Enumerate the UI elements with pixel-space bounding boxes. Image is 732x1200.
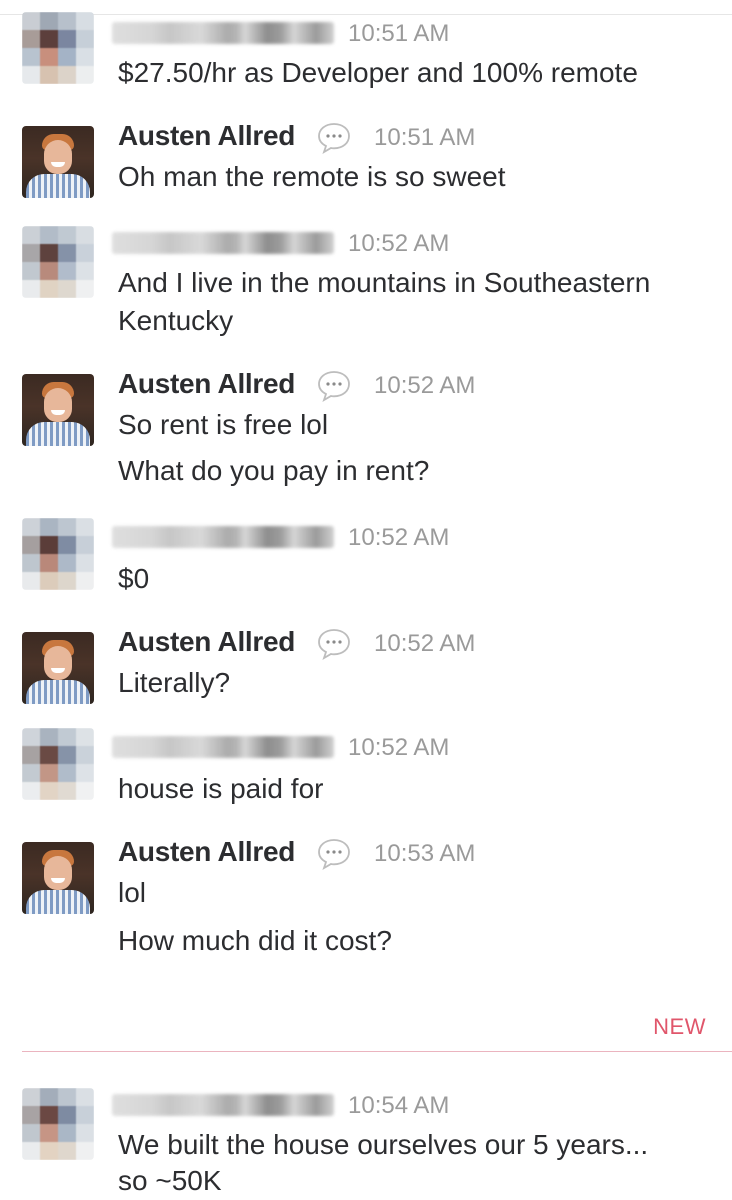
- timestamp[interactable]: 10:51 AM: [348, 20, 449, 48]
- message-text: house is paid for: [118, 773, 324, 804]
- message-text: Kentucky: [118, 305, 234, 336]
- avatar[interactable]: [22, 374, 94, 446]
- avatar[interactable]: [22, 1088, 94, 1160]
- timestamp[interactable]: 10:52 AM: [374, 630, 475, 658]
- message-text: $27.50/hr as Developer and 100% remote: [118, 57, 638, 88]
- avatar[interactable]: [22, 518, 94, 590]
- avatar[interactable]: [22, 12, 94, 84]
- sender-name-redacted: [112, 736, 334, 758]
- sender-name[interactable]: Austen Allred: [118, 120, 295, 152]
- avatar[interactable]: [22, 226, 94, 298]
- speech-bubble-icon: [318, 629, 350, 660]
- speech-bubble-icon: [318, 371, 350, 402]
- timestamp[interactable]: 10:52 AM: [348, 734, 449, 762]
- avatar[interactable]: [22, 632, 94, 704]
- message-text: And I live in the mountains in Southeast…: [118, 267, 651, 298]
- timestamp[interactable]: 10:52 AM: [348, 230, 449, 258]
- message-text: $0: [118, 563, 150, 594]
- timestamp[interactable]: 10:54 AM: [348, 1092, 449, 1120]
- sender-name-redacted: [112, 1094, 334, 1116]
- message-text: So rent is free lol: [118, 409, 329, 440]
- speech-bubble-icon: [318, 123, 350, 154]
- top-divider: [0, 14, 732, 15]
- message-text: How much did it cost?: [118, 925, 392, 956]
- message-text: We built the house ourselves our 5 years…: [118, 1129, 649, 1160]
- message-text: Oh man the remote is so sweet: [118, 161, 506, 192]
- new-messages-label: NEW: [653, 1014, 706, 1039]
- avatar[interactable]: [22, 728, 94, 800]
- sender-name[interactable]: Austen Allred: [118, 836, 295, 868]
- timestamp[interactable]: 10:53 AM: [374, 840, 475, 868]
- sender-name-redacted: [112, 22, 334, 44]
- sender-name[interactable]: Austen Allred: [118, 626, 295, 658]
- timestamp[interactable]: 10:51 AM: [374, 124, 475, 152]
- avatar[interactable]: [22, 842, 94, 914]
- timestamp[interactable]: 10:52 AM: [348, 524, 449, 552]
- message-text: Literally?: [118, 667, 231, 698]
- sender-name-redacted: [112, 526, 334, 548]
- timestamp[interactable]: 10:52 AM: [374, 372, 475, 400]
- message-text: What do you pay in rent?: [118, 455, 430, 486]
- avatar[interactable]: [22, 126, 94, 198]
- new-messages-divider: [22, 1051, 732, 1052]
- message-text: lol: [118, 877, 147, 908]
- sender-name-redacted: [112, 232, 334, 254]
- sender-name[interactable]: Austen Allred: [118, 368, 295, 400]
- speech-bubble-icon: [318, 839, 350, 870]
- message-text: so ~50K: [118, 1165, 222, 1196]
